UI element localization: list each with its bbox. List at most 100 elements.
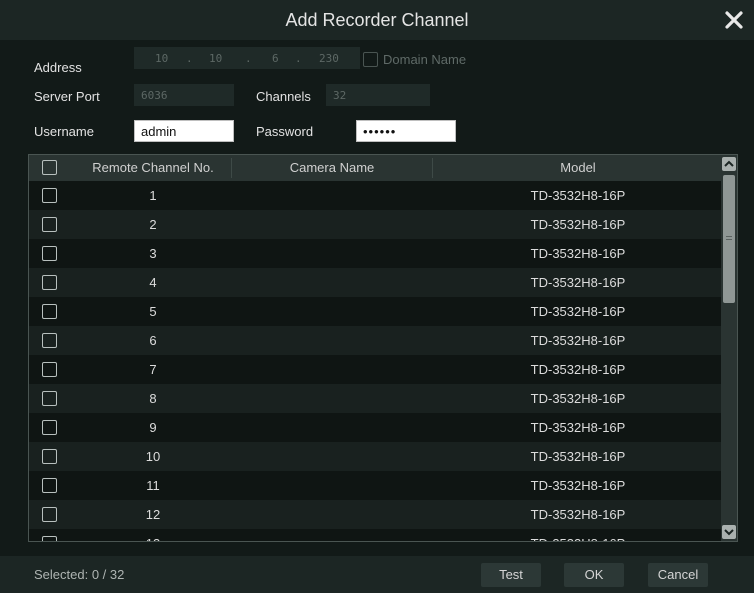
table-row[interactable]: 4 TD-3532H8-16P [29,268,722,297]
row-checkbox[interactable] [42,246,57,261]
select-all-checkbox[interactable] [42,160,57,175]
camera-name [232,471,432,500]
channel-table: Remote Channel No. Camera Name Model 1 TD… [28,154,738,542]
scroll-down-button[interactable] [722,525,736,539]
username-input[interactable]: admin [134,120,234,142]
camera-name [232,181,432,210]
row-checkbox[interactable] [42,217,57,232]
table-row[interactable]: 8 TD-3532H8-16P [29,384,722,413]
server-port-label: Server Port [34,89,100,104]
model: TD-3532H8-16P [530,362,626,377]
grip-line [726,236,732,237]
camera-name [232,384,432,413]
scroll-thumb[interactable] [723,175,735,303]
add-recorder-channel-dialog: Add Recorder Channel Address 10 . 10 . 6… [0,0,754,593]
camera-name [232,500,432,529]
remote-channel-no: 12 [145,507,161,522]
table-row[interactable]: 7 TD-3532H8-16P [29,355,722,384]
model: TD-3532H8-16P [530,188,626,203]
camera-name [232,297,432,326]
cancel-button[interactable]: Cancel [648,563,708,587]
model: TD-3532H8-16P [530,478,626,493]
row-checkbox[interactable] [42,275,57,290]
remote-channel-no: 8 [149,391,157,406]
table-row[interactable]: 1 TD-3532H8-16P [29,181,722,210]
table-row[interactable]: 9 TD-3532H8-16P [29,413,722,442]
remote-channel-no: 2 [149,217,157,232]
model: TD-3532H8-16P [530,304,626,319]
model: TD-3532H8-16P [530,275,626,290]
channels-field[interactable]: 32 [326,84,430,106]
ip-separator: . [295,52,302,65]
row-checkbox[interactable] [42,478,57,493]
col-camera-name[interactable]: Camera Name [232,155,432,181]
remote-channel-no: 6 [149,333,157,348]
model: TD-3532H8-16P [530,246,626,261]
dialog-title: Add Recorder Channel [285,10,469,30]
ip-separator: . [245,52,252,65]
model: TD-3532H8-16P [530,420,626,435]
camera-name [232,413,432,442]
model: TD-3532H8-16P [433,529,723,541]
row-checkbox[interactable] [42,304,57,319]
selected-count: Selected: 0 / 32 [34,567,125,582]
channels-label: Channels [256,89,311,104]
remote-channel-no: 9 [149,420,157,435]
camera-name [232,529,432,541]
model: TD-3532H8-16P [530,333,626,348]
camera-name [232,239,432,268]
password-label: Password [256,124,314,139]
table-header: Remote Channel No. Camera Name Model [29,155,722,181]
model: TD-3532H8-16P [530,507,626,522]
ip-octet-1: 10 [155,52,169,65]
remote-channel-no: 7 [149,362,157,377]
grip-line [726,239,732,240]
model: TD-3532H8-16P [530,391,626,406]
table-row[interactable]: 2 TD-3532H8-16P [29,210,722,239]
camera-name [232,326,432,355]
table-row[interactable]: 10 TD-3532H8-16P [29,442,722,471]
chevron-down-icon [724,529,734,536]
address-label: Address [34,60,82,75]
table-row[interactable]: 12 TD-3532H8-16P [29,500,722,529]
close-icon[interactable] [720,6,748,34]
camera-name [232,355,432,384]
model: TD-3532H8-16P [530,449,626,464]
row-checkbox[interactable] [42,449,57,464]
table-scrollbar[interactable] [721,155,737,541]
chevron-up-icon [724,160,734,167]
remote-channel-no: 10 [145,449,161,464]
dialog-footer: Selected: 0 / 32 Test OK Cancel [0,556,754,593]
row-checkbox[interactable] [42,391,57,406]
row-checkbox[interactable] [42,507,57,522]
remote-channel-no: 13 [75,529,231,541]
camera-name [232,210,432,239]
ok-button[interactable]: OK [564,563,624,587]
row-checkbox[interactable] [42,420,57,435]
password-input[interactable]: •••••• [356,120,456,142]
table-row[interactable]: 5 TD-3532H8-16P [29,297,722,326]
title-bar: Add Recorder Channel [0,0,754,40]
scroll-up-button[interactable] [722,157,736,171]
table-row[interactable]: 13 TD-3532H8-16P [29,529,723,541]
test-button[interactable]: Test [481,563,541,587]
row-checkbox[interactable] [42,536,57,541]
camera-name [232,442,432,471]
domain-name-checkbox[interactable] [363,52,378,67]
ip-separator: . [186,52,193,65]
table-row[interactable]: 6 TD-3532H8-16P [29,326,722,355]
col-model[interactable]: Model [433,155,723,181]
table-row[interactable]: 11 TD-3532H8-16P [29,471,722,500]
col-remote-channel-no[interactable]: Remote Channel No. [75,155,231,181]
address-ip-field[interactable]: 10 . 10 . 6 . 230 [134,47,360,69]
ip-octet-2: 10 [209,52,223,65]
table-row[interactable]: 3 TD-3532H8-16P [29,239,722,268]
row-checkbox[interactable] [42,188,57,203]
server-port-field[interactable]: 6036 [134,84,234,106]
ip-octet-3: 6 [272,52,279,65]
remote-channel-no: 4 [149,275,157,290]
row-checkbox[interactable] [42,362,57,377]
remote-channel-no: 3 [149,246,157,261]
model: TD-3532H8-16P [530,217,626,232]
row-checkbox[interactable] [42,333,57,348]
